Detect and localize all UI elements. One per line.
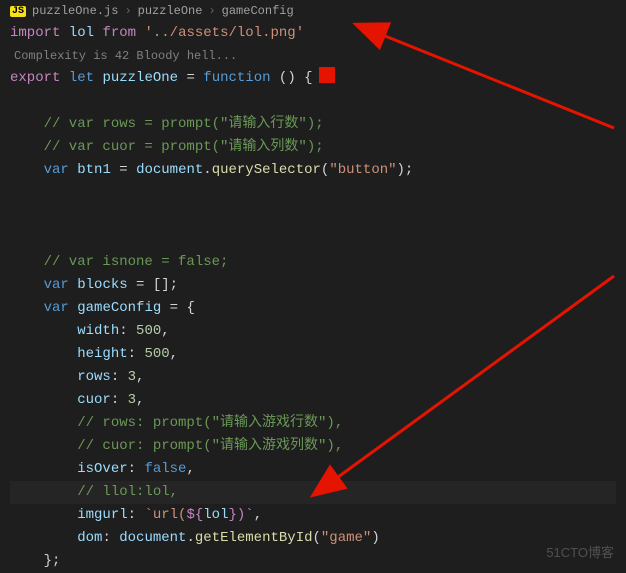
code-line[interactable]: // llol:lol, xyxy=(10,481,616,504)
watermark: 51CTO博客 xyxy=(546,542,614,561)
code-line[interactable] xyxy=(10,182,616,205)
code-line[interactable]: height: 500, xyxy=(10,343,616,366)
code-line[interactable]: // rows: prompt("请输入游戏行数"), xyxy=(10,412,616,435)
breadcrumb-item[interactable]: puzzleOne.js xyxy=(32,4,118,18)
code-line[interactable] xyxy=(10,228,616,251)
code-line[interactable]: export let puzzleOne = function () { xyxy=(10,67,616,90)
code-line[interactable] xyxy=(10,90,616,113)
breadcrumb-item[interactable]: gameConfig xyxy=(222,4,294,18)
code-line[interactable] xyxy=(10,205,616,228)
code-line[interactable]: dom: document.getElementById("game") xyxy=(10,527,616,550)
code-line[interactable]: var blocks = []; xyxy=(10,274,616,297)
code-line[interactable]: var gameConfig = { xyxy=(10,297,616,320)
code-line[interactable]: rows: 3, xyxy=(10,366,616,389)
code-line[interactable]: }; xyxy=(10,550,616,573)
codelens-complexity[interactable]: Complexity is 42 Bloody hell... xyxy=(10,45,616,67)
code-line[interactable]: // var rows = prompt("请输入行数"); xyxy=(10,113,616,136)
marker-icon xyxy=(319,67,335,83)
code-line[interactable]: // var isnone = false; xyxy=(10,251,616,274)
breadcrumb[interactable]: JS puzzleOne.js › puzzleOne › gameConfig xyxy=(0,0,626,22)
code-line[interactable]: var btn1 = document.querySelector("butto… xyxy=(10,159,616,182)
code-line[interactable]: isOver: false, xyxy=(10,458,616,481)
code-editor[interactable]: import lol from '../assets/lol.png' Comp… xyxy=(0,22,626,573)
code-line[interactable]: cuor: 3, xyxy=(10,389,616,412)
chevron-right-icon: › xyxy=(124,4,131,18)
code-line[interactable]: imgurl: `url(${lol})`, xyxy=(10,504,616,527)
code-line[interactable]: import lol from '../assets/lol.png' xyxy=(10,22,616,45)
breadcrumb-item[interactable]: puzzleOne xyxy=(138,4,203,18)
js-badge-icon: JS xyxy=(10,6,26,17)
code-line[interactable]: // cuor: prompt("请输入游戏列数"), xyxy=(10,435,616,458)
chevron-right-icon: › xyxy=(208,4,215,18)
code-line[interactable]: // var cuor = prompt("请输入列数"); xyxy=(10,136,616,159)
code-line[interactable]: width: 500, xyxy=(10,320,616,343)
